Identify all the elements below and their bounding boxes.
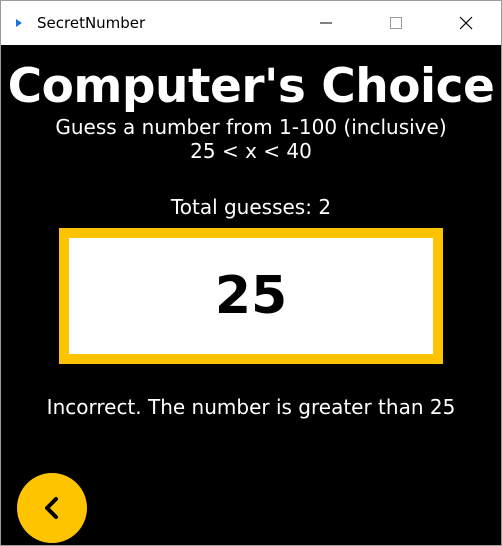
instructions-text: Guess a number from 1-100 (inclusive): [55, 115, 447, 139]
minimize-button[interactable]: [291, 1, 361, 45]
maximize-button[interactable]: [361, 1, 431, 45]
back-button[interactable]: [17, 473, 87, 543]
app-window: SecretNumber Computer's Choice Guess a n…: [0, 0, 502, 546]
app-icon: [1, 1, 37, 45]
guess-input[interactable]: 25: [69, 238, 433, 354]
guess-input-frame: 25: [59, 228, 443, 364]
range-hint: 25 < x < 40: [190, 139, 312, 163]
minimize-icon: [320, 22, 332, 24]
window-controls: [291, 1, 501, 45]
maximize-icon: [390, 17, 402, 29]
page-heading: Computer's Choice: [7, 59, 495, 114]
window-title: SecretNumber: [37, 14, 146, 32]
feedback-message: Incorrect. The number is greater than 25: [46, 395, 456, 419]
total-guesses-label: Total guesses: 2: [170, 195, 332, 219]
title-bar: SecretNumber: [1, 1, 501, 45]
main-content: Computer's Choice Guess a number from 1-…: [1, 45, 501, 545]
chevron-left-icon: [45, 497, 58, 519]
close-button[interactable]: [431, 1, 501, 45]
close-icon: [459, 16, 473, 30]
